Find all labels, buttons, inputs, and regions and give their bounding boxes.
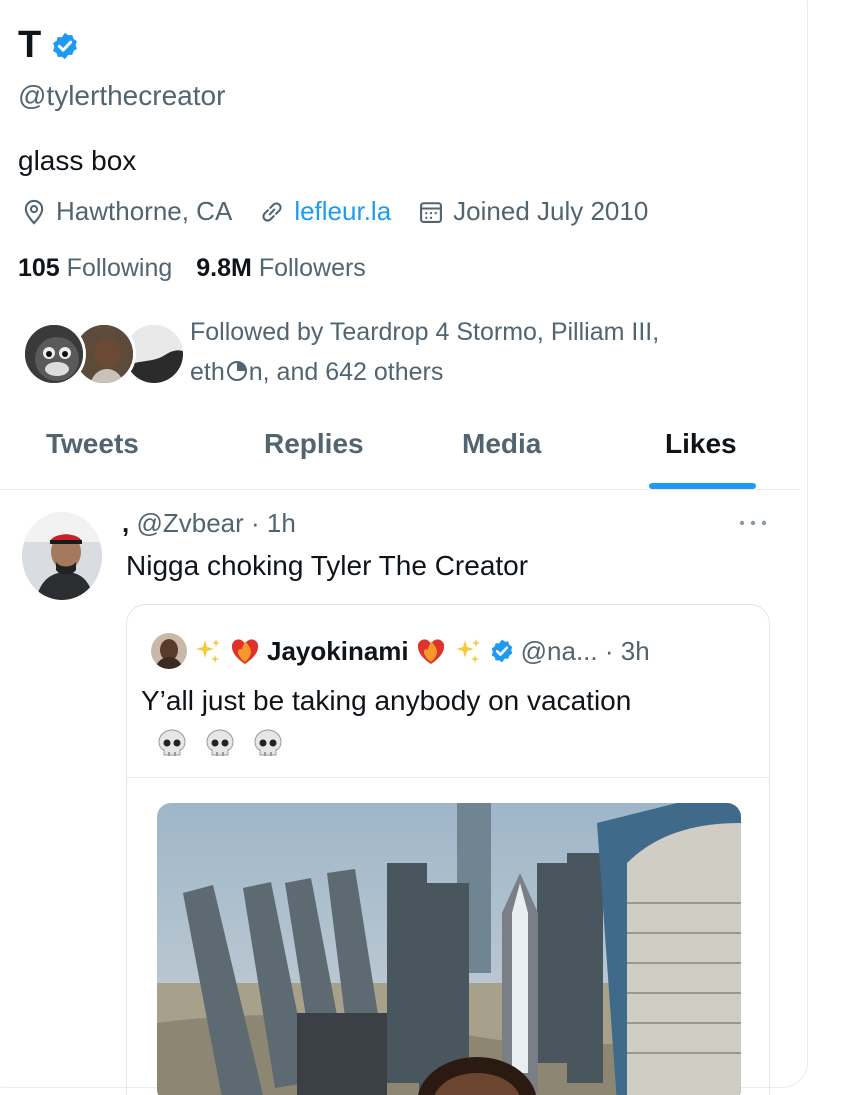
tweet-header: , @Zvbear · 1h	[122, 508, 296, 539]
link-icon	[262, 201, 282, 222]
followers-count: 9.8M	[196, 254, 252, 282]
quote-text: Y’all just be taking anybody on vacation	[141, 685, 632, 716]
joined-item: Joined July 2010	[417, 196, 648, 227]
following-stat[interactable]: 105 Following	[18, 254, 172, 283]
profile-stats: 105 Following 9.8M Followers	[18, 254, 366, 283]
tab-media[interactable]: Media	[462, 428, 541, 460]
tab-tweets[interactable]: Tweets	[46, 428, 139, 460]
quote-divider	[127, 777, 769, 778]
skull-icon	[254, 729, 282, 756]
profile-bio: glass box	[18, 145, 137, 176]
profile-name-row: T	[18, 24, 80, 67]
pie-emoji-icon	[226, 361, 247, 381]
followed-by-text[interactable]: Followed by Teardrop 4 Stormo, Pilliam I…	[190, 312, 750, 392]
quote-emoji-row	[155, 727, 285, 761]
quote-header: Jayokinami @na... · 3h	[151, 633, 650, 669]
profile-meta: Hawthorne, CA lefleur.la Joined July 201…	[20, 196, 674, 227]
quote-author-name[interactable]: Jayokinami	[267, 636, 409, 667]
verified-badge-icon	[53, 32, 78, 59]
calendar-icon	[420, 201, 443, 223]
profile-handle: @tylerthecreator	[18, 80, 226, 111]
tweet-handle-time[interactable]: @Zvbear · 1h	[136, 508, 295, 538]
follower-avatar-monkey	[22, 322, 86, 386]
heart-on-fire-icon	[231, 639, 259, 664]
verified-badge-icon	[491, 639, 512, 663]
skull-icon	[206, 729, 234, 756]
website-link[interactable]: lefleur.la	[294, 196, 391, 227]
quoted-tweet[interactable]: Jayokinami @na... · 3h Y’all just be tak…	[126, 604, 770, 1095]
followed-by-name-pre: eth	[190, 358, 225, 386]
tab-replies[interactable]: Replies	[264, 428, 364, 460]
profile-tabs: Tweets Replies Media Likes	[0, 410, 800, 490]
sparkles-icon	[455, 639, 480, 663]
tweet-avatar[interactable]	[22, 512, 102, 600]
quote-avatar[interactable]	[151, 633, 187, 669]
location-item: Hawthorne, CA	[20, 196, 232, 227]
website-item[interactable]: lefleur.la	[258, 196, 391, 227]
following-label: Following	[66, 254, 173, 282]
quote-handle-time[interactable]: @na... · 3h	[521, 636, 650, 667]
followed-by-line-1: Followed by Teardrop 4 Stormo, Pilliam I…	[190, 318, 660, 346]
followed-by-name-post: n, and 642 others	[248, 358, 444, 386]
followed-by-line-2: eth n, and 642 others	[190, 352, 750, 392]
skull-icon	[158, 729, 186, 756]
following-count: 105	[18, 254, 60, 282]
followers-label: Followers	[258, 254, 366, 282]
quote-media-image[interactable]	[157, 803, 741, 1095]
more-dots-icon[interactable]	[736, 514, 770, 532]
joined-text: Joined July 2010	[453, 196, 649, 226]
tweet-text: Nigga choking Tyler The Creator	[126, 550, 529, 581]
sparkles-icon	[196, 639, 220, 663]
tweet-author-name[interactable]: ,	[122, 508, 129, 538]
location-text: Hawthorne, CA	[56, 196, 233, 226]
followers-stat[interactable]: 9.8M Followers	[196, 254, 366, 283]
followed-by-avatars[interactable]	[22, 322, 186, 390]
display-name: T	[18, 24, 43, 66]
location-pin-icon	[24, 199, 44, 225]
tab-likes[interactable]: Likes	[665, 428, 737, 460]
heart-on-fire-icon	[417, 639, 444, 664]
active-tab-indicator	[649, 483, 756, 489]
